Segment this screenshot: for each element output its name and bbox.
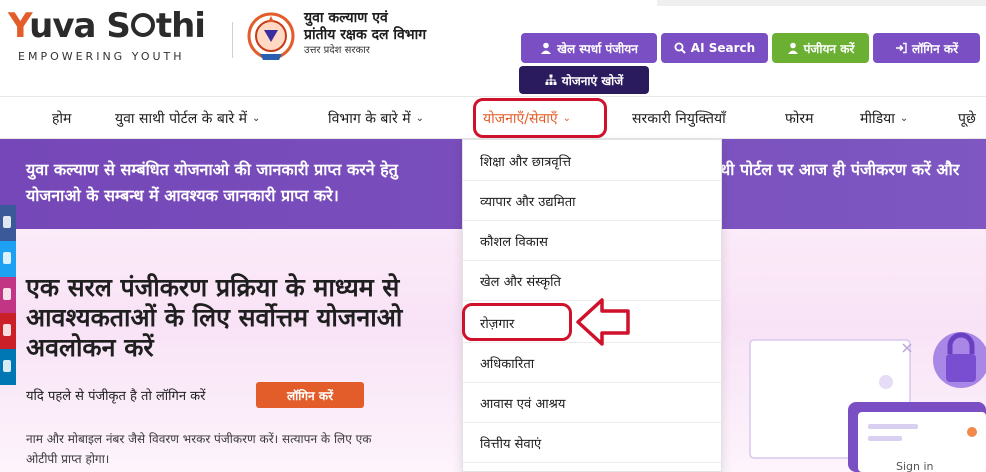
employment-highlight-annotation <box>462 303 572 341</box>
find-schemes-button[interactable]: योजनाएं खोजें <box>519 66 649 94</box>
facebook-share-button[interactable] <box>0 205 16 241</box>
user-icon <box>541 42 552 54</box>
nav-faq[interactable]: पूछे <box>958 97 976 139</box>
signin-label: Sign in <box>896 460 934 472</box>
linkedin-share-button[interactable] <box>0 349 16 385</box>
twitter-share-button[interactable] <box>0 241 16 277</box>
nav-highlight-annotation <box>473 98 607 138</box>
dropdown-item-skill-development[interactable]: कौशल विकास <box>463 221 721 261</box>
user-icon <box>787 42 798 54</box>
search-icon <box>674 42 686 54</box>
ai-search-button[interactable]: AI Search <box>661 33 768 63</box>
dropdown-item-empowerment[interactable]: अधिकारिता <box>463 343 721 383</box>
nav-media[interactable]: मीडिया ⌄ <box>860 97 908 139</box>
nav-govt-jobs[interactable]: सरकारी नियुक्तियाँ <box>632 97 726 139</box>
twitter-icon <box>3 252 11 264</box>
nav-home[interactable]: होम <box>52 97 71 139</box>
header-divider <box>232 22 233 58</box>
yuva-sathi-logo[interactable]: Yuva Sthi EMPOWERING YOUTH <box>4 6 234 66</box>
dropdown-item-business-entrepreneurship[interactable]: व्यापार और उद्यमिता <box>463 181 721 221</box>
instagram-share-button[interactable] <box>0 277 16 313</box>
login-button[interactable]: लॉगिन करें <box>873 33 980 63</box>
register-button[interactable]: पंजीयन करें <box>772 33 869 63</box>
pinterest-share-button[interactable] <box>0 313 16 349</box>
nav-forum[interactable]: फोरम <box>785 97 814 139</box>
nav-about-department[interactable]: विभाग के बारे में ⌄ <box>328 97 424 139</box>
signin-illustration: Sign in <box>749 332 986 472</box>
pinterest-icon <box>3 324 11 336</box>
dropdown-item-sports-culture[interactable]: खेल और संस्कृति <box>463 261 721 301</box>
registration-note: नाम और मोबाइल नंबर जैसे विवरण भरकर पंजीक… <box>26 432 372 466</box>
page: Yuva Sthi EMPOWERING YOUTH युवा कल्याण ए… <box>0 0 986 472</box>
facebook-icon <box>3 216 11 228</box>
sports-registration-button[interactable]: खेल स्पर्धा पंजीयन <box>521 33 657 63</box>
dropdown-item-education-scholarship[interactable]: शिक्षा और छात्रवृत्ति <box>463 141 721 181</box>
brand-name: Yuva Sthi <box>8 6 206 46</box>
chevron-down-icon: ⌄ <box>415 112 424 124</box>
instagram-icon <box>3 288 11 300</box>
sign-in-icon <box>895 42 907 54</box>
hero-login-button[interactable]: लॉगिन करें <box>256 382 364 408</box>
dropdown-item-financial-services[interactable]: वित्तीय सेवाएं <box>463 423 721 463</box>
left-arrow-annotation-icon <box>576 298 630 346</box>
department-name: युवा कल्याण एवं प्रांतीय रक्षक दल विभाग … <box>304 10 427 56</box>
sitemap-icon <box>545 74 557 85</box>
site-header: Yuva Sthi EMPOWERING YOUTH युवा कल्याण ए… <box>0 0 986 96</box>
handshake-icon <box>130 12 155 37</box>
chevron-down-icon: ⌄ <box>899 112 909 124</box>
chevron-down-icon: ⌄ <box>252 112 261 124</box>
top-strip <box>657 0 986 6</box>
hero-title: एक सरल पंजीकरण प्रक्रिया के माध्यम से आव… <box>26 273 403 362</box>
up-emblem-icon <box>247 12 295 60</box>
already-registered-text: यदि पहले से पंजीकृत है तो लॉगिन करें <box>26 389 206 404</box>
nav-about-portal[interactable]: युवा साथी पोर्टल के बारे में ⌄ <box>115 97 260 139</box>
brand-tagline: EMPOWERING YOUTH <box>18 50 185 63</box>
dropdown-item-housing-shelter[interactable]: आवास एवं आश्रय <box>463 383 721 423</box>
linkedin-icon <box>3 360 11 372</box>
